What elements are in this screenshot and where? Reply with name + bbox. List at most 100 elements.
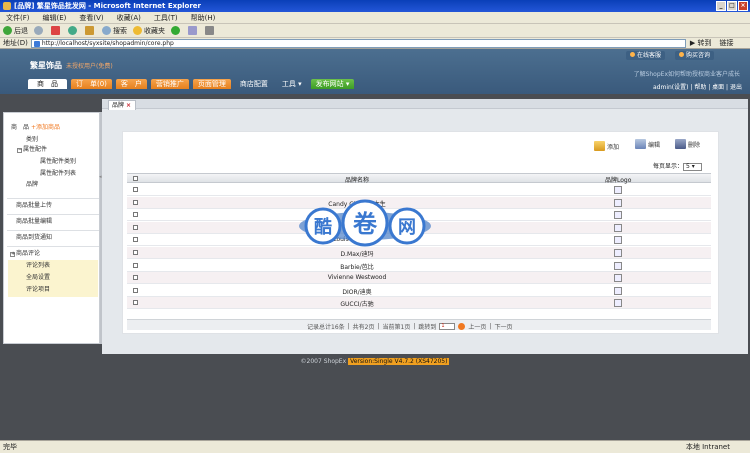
purchase-consult-label: 购买咨询 bbox=[685, 52, 710, 59]
links-button[interactable]: 链接 bbox=[719, 38, 733, 48]
delete-icon bbox=[675, 139, 686, 149]
license-notice[interactable]: 未授权用户(免费) bbox=[66, 61, 113, 70]
user-links[interactable]: admin(设置) | 帮助 | 桌面 | 退出 bbox=[653, 82, 742, 91]
brand-logo-icon[interactable] bbox=[614, 186, 622, 194]
nav-pages[interactable]: 页面管理 bbox=[192, 79, 231, 89]
row-checkbox[interactable] bbox=[133, 287, 138, 293]
brand-logo-icon[interactable] bbox=[614, 261, 622, 270]
row-checkbox[interactable] bbox=[133, 300, 138, 306]
favorites-button[interactable]: 收藏夹 bbox=[133, 26, 165, 36]
search-button[interactable]: 搜索 bbox=[102, 26, 127, 36]
comment-items-link[interactable]: 评论项目 bbox=[8, 284, 98, 296]
media-icon[interactable] bbox=[171, 26, 182, 35]
global-settings-link[interactable]: 全局设置 bbox=[8, 272, 98, 284]
brand-logo-icon[interactable] bbox=[614, 274, 622, 283]
table-row[interactable]: Vivienne Westwood bbox=[127, 272, 711, 285]
nav-goods[interactable]: 商 品 bbox=[28, 79, 67, 89]
back-button[interactable]: 后退 bbox=[3, 26, 28, 36]
home-icon[interactable] bbox=[85, 26, 96, 35]
col-brand-logo: 品牌Logo bbox=[605, 177, 632, 184]
nav-tools[interactable]: 工具 ▾ bbox=[277, 79, 307, 89]
nav-publish[interactable]: 发布网站 ▾ bbox=[310, 79, 355, 89]
purchase-consult-link[interactable]: 购买咨询 bbox=[674, 51, 714, 60]
select-all-checkbox[interactable] bbox=[133, 176, 138, 181]
go-button[interactable]: ▶ 转到 bbox=[690, 38, 712, 48]
row-checkbox[interactable] bbox=[133, 212, 138, 218]
address-input[interactable]: http://localhost/syxsite/shopadmin/core.… bbox=[30, 38, 686, 48]
nav-orders[interactable]: 订 单(0) bbox=[71, 79, 112, 89]
expand-icon[interactable]: + bbox=[10, 252, 15, 257]
brand-logo-icon[interactable] bbox=[614, 236, 622, 245]
col-brand-name[interactable]: 品牌名称 bbox=[257, 175, 457, 184]
tab-brand-label: 品牌 bbox=[112, 102, 125, 109]
sidebar-item-batch-edit[interactable]: 商品批量编辑 bbox=[7, 214, 99, 228]
row-checkbox[interactable] bbox=[133, 250, 138, 255]
page-jump-input[interactable]: 1 bbox=[439, 323, 456, 330]
edit-label: 编辑 bbox=[648, 141, 661, 149]
expand-icon[interactable]: − bbox=[17, 148, 22, 153]
address-bar: 地址(D) http://localhost/syxsite/shopadmin… bbox=[0, 38, 750, 49]
nav-customers[interactable]: 客 户 bbox=[115, 79, 147, 89]
table-row[interactable]: Barbie/芭比 bbox=[127, 260, 711, 272]
search-icon bbox=[102, 26, 111, 35]
forward-button[interactable] bbox=[34, 26, 45, 35]
nav-store-config[interactable]: 商店配置 bbox=[235, 79, 273, 89]
print-icon[interactable] bbox=[205, 26, 216, 35]
tree-category[interactable]: 类别 bbox=[26, 134, 38, 143]
online-service-link[interactable]: 在线客服 bbox=[625, 51, 665, 60]
close-tab-icon[interactable]: × bbox=[126, 102, 131, 109]
table-row[interactable]: GUCCI/古驰 bbox=[127, 297, 711, 310]
grow-link[interactable]: 了解ShopEx如何帮助授权商业客户成长 bbox=[634, 69, 740, 78]
add-goods-link[interactable]: +添加商品 bbox=[31, 124, 60, 131]
menu-file[interactable]: 文件(F) bbox=[6, 12, 30, 23]
maximize-button[interactable]: □ bbox=[727, 1, 737, 11]
tree-attr-label: 属性配件 bbox=[23, 146, 48, 153]
row-checkbox[interactable] bbox=[133, 275, 138, 281]
next-page-link[interactable]: 下一页 bbox=[494, 322, 512, 331]
menu-help[interactable]: 帮助(H) bbox=[191, 12, 216, 23]
row-checkbox[interactable] bbox=[133, 187, 138, 192]
prev-page-link[interactable]: 上一页 bbox=[468, 322, 486, 331]
sidebar-item-comments[interactable]: +商品评论 bbox=[7, 246, 99, 260]
minimize-button[interactable]: _ bbox=[716, 1, 726, 11]
menu-tools[interactable]: 工具(T) bbox=[154, 12, 178, 23]
tree-attr-category[interactable]: 属性配件类别 bbox=[40, 156, 76, 165]
per-page-select[interactable]: 5 ▾ bbox=[683, 162, 703, 171]
menu-favorites[interactable]: 收藏(A) bbox=[117, 12, 141, 23]
brand-logo-icon[interactable] bbox=[614, 286, 622, 295]
brand-logo-icon[interactable] bbox=[614, 211, 622, 220]
copyright: ©2007 ShopEx bbox=[300, 358, 347, 365]
chat-icon bbox=[629, 52, 635, 57]
menu-edit[interactable]: 编辑(E) bbox=[43, 12, 67, 23]
brand-logo-icon[interactable] bbox=[614, 223, 622, 232]
tree-attr-group[interactable]: −属性配件 bbox=[17, 144, 47, 153]
table-row[interactable]: DIOR/迪奥 bbox=[127, 285, 711, 297]
jump-button[interactable] bbox=[458, 323, 466, 330]
sidebar-splitter[interactable]: ◂ bbox=[99, 112, 102, 344]
refresh-icon[interactable] bbox=[68, 26, 79, 35]
edit-button[interactable]: 编辑 bbox=[635, 139, 660, 149]
row-checkbox[interactable] bbox=[133, 262, 138, 268]
brand-logo-icon[interactable] bbox=[614, 299, 622, 308]
comment-list-link[interactable]: 评论列表 bbox=[8, 260, 98, 272]
brand-logo-icon[interactable] bbox=[614, 249, 622, 257]
tree-brand[interactable]: 品牌 bbox=[26, 179, 38, 188]
close-window-button[interactable]: × bbox=[738, 1, 748, 11]
row-checkbox[interactable] bbox=[133, 199, 138, 205]
mail-icon[interactable] bbox=[188, 26, 199, 35]
sidebar-item-arrival-notice[interactable]: 商品到货通知 bbox=[7, 230, 99, 244]
nav-marketing[interactable]: 营销推广 bbox=[150, 79, 189, 89]
delete-button[interactable]: 删除 bbox=[675, 139, 700, 149]
menu-view[interactable]: 查看(V) bbox=[79, 12, 103, 23]
favorites-label: 收藏夹 bbox=[144, 26, 165, 35]
sidebar-item-batch-upload[interactable]: 商品批量上传 bbox=[7, 198, 99, 212]
brand-logo-icon[interactable] bbox=[614, 198, 622, 207]
online-service-label: 在线客服 bbox=[636, 52, 661, 59]
add-button[interactable]: 添加 bbox=[594, 141, 619, 151]
row-checkbox[interactable] bbox=[133, 237, 138, 243]
row-checkbox[interactable] bbox=[133, 224, 138, 230]
tab-brand[interactable]: 品牌 × bbox=[108, 100, 136, 110]
collapse-arrow-icon[interactable]: ◂ bbox=[99, 174, 102, 180]
stop-icon[interactable] bbox=[51, 26, 62, 35]
tree-attr-list[interactable]: 属性配件列表 bbox=[40, 168, 76, 177]
